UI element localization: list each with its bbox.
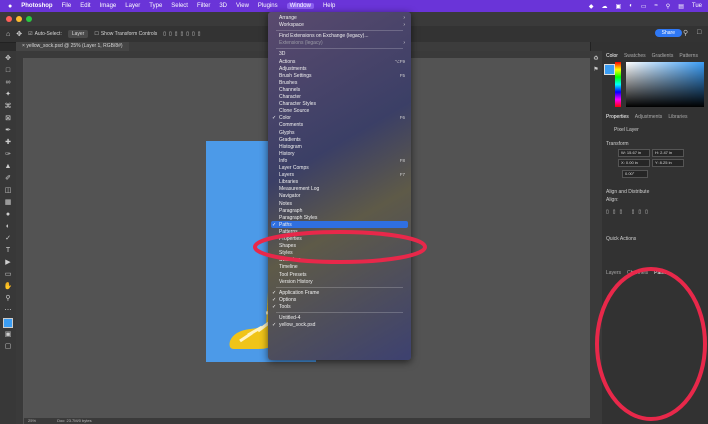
annotation-ellipse-paths bbox=[253, 230, 427, 264]
annotation-overlay bbox=[253, 230, 707, 421]
annotation-ellipse-paths-panel bbox=[595, 267, 707, 421]
